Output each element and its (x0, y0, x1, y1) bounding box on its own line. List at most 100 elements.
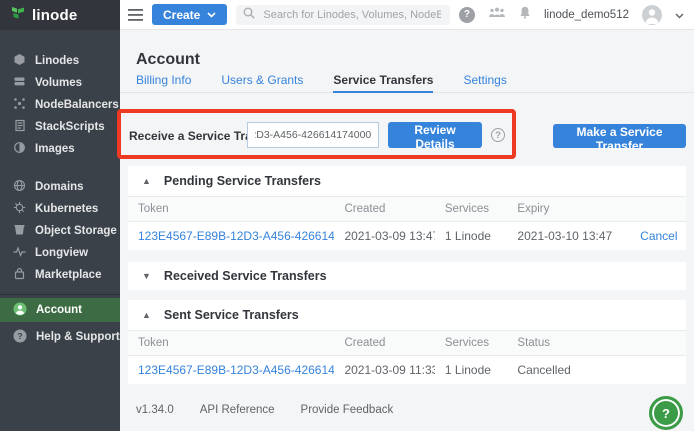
sidebar-item-label: Domains (35, 181, 84, 193)
help-chat-button[interactable]: ? (649, 396, 683, 430)
help-icon[interactable]: ? (459, 7, 475, 23)
stackscript-icon (13, 119, 26, 135)
sidebar-item-label: Marketplace (35, 269, 101, 281)
column-header-status: Status (507, 331, 686, 356)
services-cell: 1 Linode (435, 356, 508, 385)
account-person-icon (13, 302, 27, 319)
sidebar-item-marketplace[interactable]: Marketplace (0, 264, 120, 286)
chevron-down-icon (207, 12, 216, 18)
create-button[interactable]: Create (152, 4, 227, 25)
cancel-link[interactable]: Cancel (640, 229, 677, 243)
tab-settings[interactable]: Settings (463, 70, 506, 92)
sidebar-nav-secondary: Domains Kubernetes Object Storage Longvi… (0, 176, 120, 286)
created-cell: 2021-03-09 11:33 (334, 356, 434, 385)
linode-logo-icon (10, 5, 26, 26)
topbar-icons: ? linode_demo512 (459, 5, 684, 25)
linode-logo[interactable]: linode (0, 0, 120, 30)
table-header-row: Token Created Services Expiry (128, 197, 686, 222)
sidebar-item-label: Linodes (35, 55, 79, 67)
sidebar-item-label: Volumes (35, 77, 82, 89)
sidebar-item-nodebalancers[interactable]: NodeBalancers (0, 94, 120, 116)
provide-feedback-link[interactable]: Provide Feedback (301, 404, 394, 416)
column-header-actions (630, 197, 686, 222)
panel-title: Received Service Transfers (164, 269, 327, 283)
collapse-chevron-up-icon: ▲︎ (142, 311, 151, 320)
sidebar-item-kubernetes[interactable]: Kubernetes (0, 198, 120, 220)
token-link[interactable]: 123E4567-E89B-12D3-A456-426614174000 (138, 229, 334, 243)
notifications-bell-icon[interactable] (519, 6, 531, 24)
sidebar-item-object-storage[interactable]: Object Storage (0, 220, 120, 242)
sidebar-item-volumes[interactable]: Volumes (0, 72, 120, 94)
sent-transfers-panel: ▲︎ Sent Service Transfers Token Created … (128, 300, 686, 384)
services-cell: 1 Linode (435, 222, 508, 251)
received-panel-header[interactable]: ▼︎ Received Service Transfers (128, 262, 686, 290)
sidebar-item-stackscripts[interactable]: StackScripts (0, 116, 120, 138)
bucket-icon (13, 223, 26, 239)
review-details-button[interactable]: Review Details (388, 122, 482, 148)
sent-transfers-table: Token Created Services Status 123E4567-E… (128, 330, 686, 384)
pending-panel-header[interactable]: ▲︎ Pending Service Transfers (128, 166, 686, 196)
topbar: Create ? linode_demo512 (120, 0, 694, 30)
logo-text: linode (32, 7, 77, 24)
make-service-transfer-button[interactable]: Make a Service Transfer (553, 124, 686, 148)
sidebar-item-domains[interactable]: Domains (0, 176, 120, 198)
receive-transfer-input[interactable] (247, 122, 379, 148)
sidebar: linode Linodes Volumes NodeBalancers Sta… (0, 0, 120, 431)
column-header-created: Created (334, 197, 434, 222)
shopping-bag-icon (13, 267, 26, 283)
linode-cube-icon (13, 53, 26, 69)
table-row: 123E4567-E89B-12D3-A456-426614174000 202… (128, 222, 686, 251)
app-window: linode Linodes Volumes NodeBalancers Sta… (0, 0, 694, 431)
column-header-created: Created (334, 331, 434, 356)
column-header-expiry: Expiry (507, 197, 630, 222)
sidebar-item-label: Account (36, 304, 82, 316)
sidebar-item-label: Object Storage (35, 225, 117, 237)
sidebar-item-images[interactable]: Images (0, 138, 120, 160)
collapse-chevron-up-icon: ▲︎ (142, 177, 151, 186)
sidebar-nav-tertiary: Account ? Help & Support (0, 298, 120, 349)
tab-service-transfers[interactable]: Service Transfers (333, 70, 433, 93)
panel-title: Sent Service Transfers (164, 308, 299, 322)
globe-icon (13, 179, 26, 195)
tab-users-grants[interactable]: Users & Grants (221, 70, 303, 92)
expiry-cell: 2021-03-10 13:47 (507, 222, 630, 251)
sidebar-item-account[interactable]: Account (0, 298, 120, 322)
search-bar (236, 5, 450, 25)
images-icon (13, 141, 26, 157)
column-header-token: Token (128, 331, 334, 356)
pending-transfers-panel: ▲︎ Pending Service Transfers Token Creat… (128, 166, 686, 250)
receive-transfer-help-icon[interactable]: ? (491, 128, 505, 142)
sidebar-divider (0, 294, 120, 295)
community-icon[interactable] (488, 6, 506, 24)
table-header-row: Token Created Services Status (128, 331, 686, 356)
search-input[interactable] (261, 8, 443, 22)
help-circle-icon: ? (13, 329, 27, 346)
sidebar-item-label: StackScripts (35, 121, 105, 133)
account-menu-chevron-icon[interactable] (675, 6, 684, 24)
create-button-label: Create (163, 8, 200, 22)
sidebar-item-help-support[interactable]: ? Help & Support (0, 325, 120, 349)
pulse-icon (13, 245, 26, 261)
sidebar-item-label: Images (35, 143, 75, 155)
page-title: Account (136, 51, 200, 69)
pending-transfers-table: Token Created Services Expiry 123E4567-E… (128, 196, 686, 250)
sidebar-item-label: Longview (35, 247, 88, 259)
token-link[interactable]: 123E4567-E89B-12D3-A456-426614174001 (138, 363, 334, 377)
hamburger-menu-icon[interactable] (128, 9, 143, 21)
sidebar-item-label: Kubernetes (35, 203, 98, 215)
kubernetes-wheel-icon (13, 201, 26, 217)
avatar[interactable] (642, 5, 662, 25)
main-content: Account Billing Info Users & Grants Serv… (120, 30, 694, 431)
username[interactable]: linode_demo512 (544, 9, 629, 21)
expand-chevron-down-icon: ▼︎ (142, 272, 151, 281)
tab-billing-info[interactable]: Billing Info (136, 70, 191, 92)
search-icon (243, 6, 255, 24)
app-version: v1.34.0 (136, 404, 174, 416)
api-reference-link[interactable]: API Reference (200, 404, 275, 416)
column-header-token: Token (128, 197, 334, 222)
svg-text:?: ? (17, 331, 22, 341)
sidebar-item-linodes[interactable]: Linodes (0, 50, 120, 72)
sidebar-item-label: NodeBalancers (35, 99, 119, 111)
sidebar-item-longview[interactable]: Longview (0, 242, 120, 264)
sent-panel-header[interactable]: ▲︎ Sent Service Transfers (128, 300, 686, 330)
